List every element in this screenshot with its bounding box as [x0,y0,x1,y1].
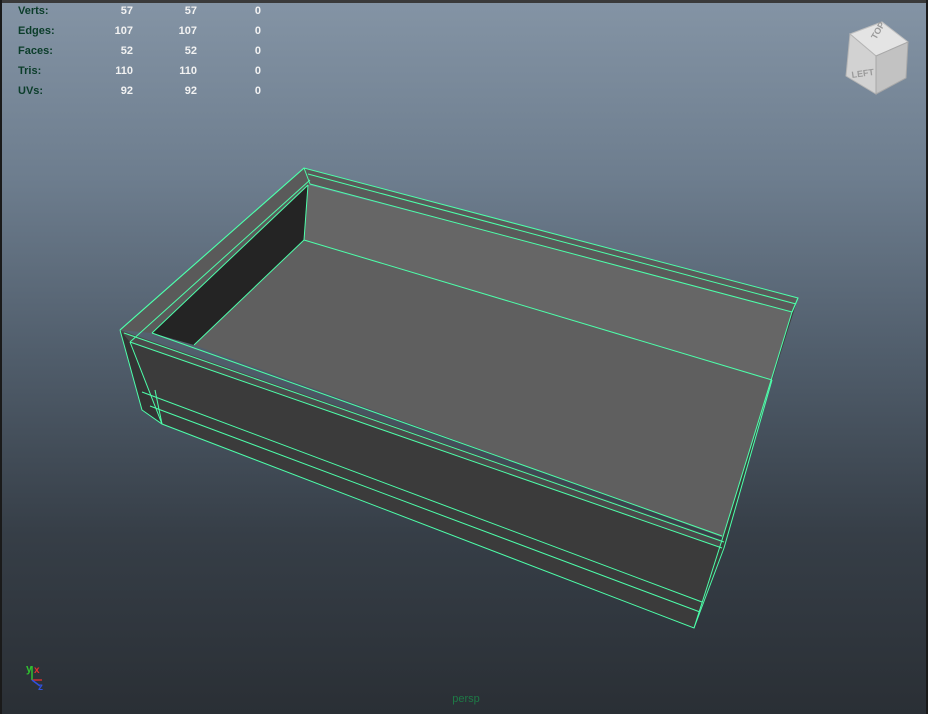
hud-row-value: 52 [184,45,197,57]
axis-indicator: y x z [26,663,43,690]
hud-row: UVs: 92 92 0 [18,81,261,101]
hud-row: Verts: 57 57 0 [18,1,261,21]
hud-row-value: 110 [179,65,197,77]
box-mesh[interactable] [2,0,928,714]
hud-row-value: 0 [254,25,261,37]
axis-y-label: y [26,663,33,675]
hud-row: Faces: 52 52 0 [18,41,261,61]
hud-row-label: Faces: [18,45,53,57]
hud-row-value: 0 [254,5,261,17]
hud-row-value: 107 [178,25,197,37]
hud-row-label: Edges: [18,25,55,37]
camera-name-label: persp [452,693,480,705]
hud-row: Tris: 110 110 0 [18,61,261,81]
axis-z-label: z [38,682,43,690]
axis-x-label: x [34,665,40,676]
hud-row-value: 57 [184,5,197,17]
hud-row: Edges: 107 107 0 [18,21,261,41]
hud-row-label: Verts: [18,5,49,17]
hud-row-label: UVs: [18,85,44,97]
hud-row-value: 107 [114,25,133,37]
hud-row-value: 92 [184,85,197,97]
hud-row-value: 0 [254,45,261,57]
hud-row-label: Tris: [18,65,42,77]
hud-row-value: 0 [254,65,261,77]
hud-row-value: 110 [115,65,133,77]
hud-row-value: 52 [120,45,133,57]
poly-count-hud: Verts: 57 57 0 Edges: 107 107 0 Faces: 52 52 0 Tris:… [18,1,261,101]
hud-row-value: 92 [120,85,133,97]
hud-row-value: 57 [120,5,133,17]
view-cube[interactable]: TOP LEFT [832,16,914,98]
hud-row-value: 0 [254,85,261,97]
perspective-viewport[interactable]: Verts: 57 57 0 Edges: 107 107 0 Faces: 52 52 0 Tris:… [0,0,928,714]
